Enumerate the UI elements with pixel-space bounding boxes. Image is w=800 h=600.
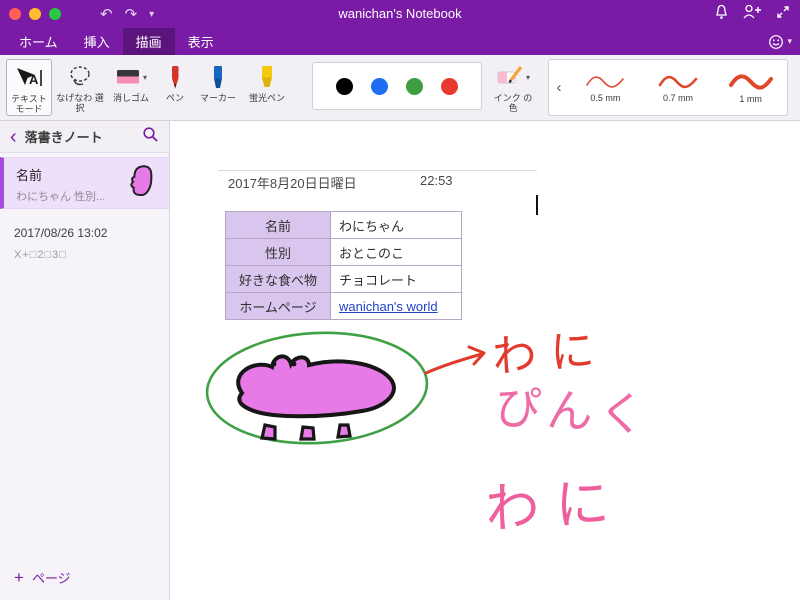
stroke-sample-05-icon (586, 76, 625, 88)
page-meta-glyphs: X+□2□3□ (14, 249, 67, 261)
color-swatch-blue[interactable] (371, 77, 388, 95)
notifications-bell-icon[interactable] (714, 4, 729, 25)
color-swatch-red[interactable] (441, 77, 458, 95)
feedback-smiley-button[interactable]: ▾ (768, 28, 792, 55)
text-mode-button[interactable]: A テキスト モード (6, 59, 52, 116)
ribbon-tabbar: ホーム 挿入 描画 表示 ▾ (0, 28, 800, 55)
crocodile-doodle (236, 354, 396, 441)
eraser-button[interactable]: ▾ 消しゴム (108, 59, 154, 116)
smiley-icon (769, 34, 784, 49)
notebook-section-title: 落書きノート (24, 130, 103, 145)
ribbon-draw: A テキスト モード なげなわ 選択 ▾ 消しゴム ペン マーカー 蛍光ペン ▾… (0, 55, 800, 121)
notebook-window-title: wanichan's Notebook (338, 6, 462, 21)
fullscreen-expand-icon[interactable] (776, 5, 790, 24)
eraser-icon (116, 70, 139, 84)
ink-color-caret-icon[interactable]: ▾ (526, 73, 530, 82)
stroke-sample-1-icon (728, 74, 773, 90)
stroke-width-option-05[interactable]: 0.5 mm (569, 72, 642, 103)
eraser-caret-icon[interactable]: ▾ (143, 73, 147, 82)
stroke-sample-07-icon (658, 75, 698, 89)
highlighter-icon (262, 65, 272, 87)
search-icon[interactable] (142, 126, 159, 148)
pen-icon (172, 65, 179, 88)
color-swatch-green[interactable] (406, 77, 423, 95)
tab-insert[interactable]: 挿入 (71, 28, 123, 55)
tab-home[interactable]: ホーム (6, 28, 71, 55)
stroke-width-option-1[interactable]: 1 mm (714, 71, 787, 104)
handwriting-word-pink-wani: わに (483, 472, 627, 540)
lasso-select-button[interactable]: なげなわ 選択 (56, 59, 104, 116)
stroke-width-scroll-left-icon[interactable]: ‹ (549, 79, 569, 96)
ink-color-button[interactable]: ▾ インク の色 (490, 59, 536, 116)
smiley-caret-icon: ▾ (787, 36, 792, 46)
handwriting-word-pinku: ぴんく (493, 380, 653, 442)
sidebar-header: ‹ 落書きノート (0, 121, 169, 153)
page-list-sidebar: ‹ 落書きノート 名前 わにちゃん 性別... 2017/08/26 13:02… (0, 121, 170, 600)
add-page-label: ページ (31, 571, 71, 586)
page-list-item-selected[interactable]: 名前 わにちゃん 性別... (0, 157, 169, 209)
marker-icon (214, 65, 222, 88)
ink-color-palette (312, 62, 482, 110)
page-thumbnail-doodle (123, 163, 163, 206)
tab-draw[interactable]: 描画 (122, 28, 175, 55)
svg-text:A: A (29, 72, 39, 87)
ink-drawing-layer (205, 331, 486, 445)
share-add-person-icon[interactable] (743, 4, 762, 24)
onenote-window: ↶ ↷ ▾ wanichan's Notebook ホーム 挿入 描画 表示 ▾ (0, 0, 800, 600)
marker-button[interactable]: マーカー (194, 59, 242, 116)
titlebar: ↶ ↷ ▾ wanichan's Notebook (0, 0, 800, 28)
ink-color-icon (497, 66, 523, 84)
pen-button[interactable]: ペン (156, 59, 194, 116)
stroke-width-option-07[interactable]: 0.7 mm (642, 72, 715, 103)
stroke-width-picker: ‹ 0.5 mm 0.7 mm 1 mm (548, 59, 788, 116)
arrow-annotation (424, 345, 486, 375)
note-canvas[interactable]: 2017年8月20日日曜日 22:53 名前 わにちゃん 性別 おとこのこ 好き… (170, 121, 800, 600)
plus-icon: + (14, 567, 24, 587)
add-page-button[interactable]: + ページ (14, 568, 71, 587)
tab-view[interactable]: 表示 (175, 28, 227, 55)
lasso-icon (70, 66, 90, 86)
back-chevron-icon[interactable]: ‹ (10, 127, 17, 147)
text-mode-cursor-icon: A (17, 68, 42, 87)
page-modified-timestamp: 2017/08/26 13:02 (14, 226, 108, 240)
color-swatch-black[interactable] (336, 77, 353, 95)
highlighter-button[interactable]: 蛍光ペン (244, 59, 290, 116)
